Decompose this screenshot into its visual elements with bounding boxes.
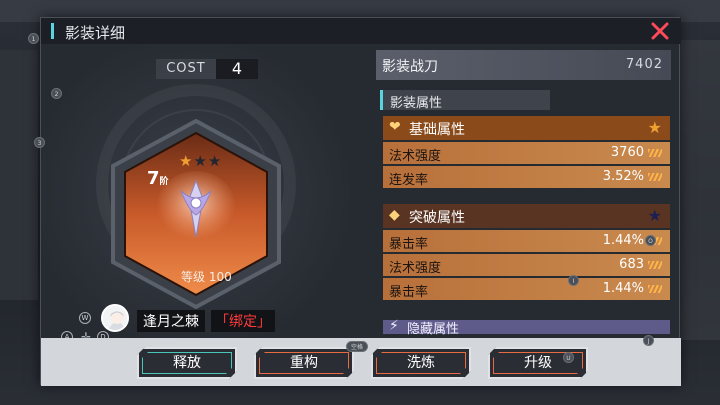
- cost-label: COST: [156, 59, 216, 79]
- button-frame: [259, 352, 349, 374]
- attribute-row: 法术强度 683: [383, 254, 670, 276]
- cost-indicator: COST 4: [156, 59, 258, 79]
- key-hint: 1: [28, 33, 39, 44]
- star-icon: ★: [647, 206, 662, 225]
- equipment-number: 7402: [625, 57, 663, 72]
- stat-bar-icon: [648, 149, 662, 157]
- key-hint: U: [563, 352, 574, 363]
- attribute-key: 暴击率: [389, 237, 429, 252]
- attribute-key: 法术强度: [389, 261, 442, 276]
- fox-mask-icon: ◆: [389, 207, 400, 223]
- attribute-row: 暴击率 1.44%: [383, 278, 670, 300]
- rarity-stars: ★★★: [179, 152, 222, 170]
- button-frame: [142, 352, 232, 374]
- stat-bar-icon: [648, 285, 662, 293]
- background-panel-left: [0, 50, 38, 300]
- group-header-breakthrough: ◆ 突破属性 ★: [383, 204, 670, 228]
- attribute-key: 连发率: [389, 173, 429, 188]
- star-icon: ★: [647, 118, 662, 137]
- group-header-base: ❤ 基础属性 ★: [383, 116, 670, 140]
- refine-button[interactable]: 洗炼: [371, 347, 471, 379]
- stat-bar-icon: [648, 261, 662, 269]
- attribute-panel: 影装战刀 7402 影装属性 ❤ 基础属性 ★ 法术强度 3760 连发率 3.…: [376, 46, 671, 337]
- stat-bar-icon: [648, 173, 662, 181]
- group-title-base: 基础属性: [409, 122, 465, 138]
- equipment-level: 等级 100: [181, 270, 232, 284]
- equipment-preview-panel: COST 4 ★★★ 7阶 等级 100 逢月之棘 「绑定」 W A D ✛: [41, 44, 371, 362]
- attribute-key: 暴击率: [389, 285, 429, 300]
- equipment-detail-dialog: 影装详细 COST 4 ★★★ 7阶 等级 100 逢月之棘 「绑定」 W A …: [40, 17, 681, 386]
- lightning-icon: ⚡: [389, 318, 399, 334]
- equipment-name-bar: 影装战刀 7402: [376, 50, 671, 80]
- owner-name: 逢月之棘: [137, 310, 205, 332]
- breakthrough-attributes-group: ◆ 突破属性 ★ 暴击率 1.44% 法术强度 683 暴击率 1.44%: [383, 204, 670, 300]
- key-hint: 3: [34, 137, 45, 148]
- hidden-attributes-header[interactable]: ⚡ 隐藏属性: [383, 318, 670, 337]
- group-title-breakthrough: 突破属性: [409, 210, 465, 226]
- rank-badge: 7阶: [147, 168, 173, 196]
- star-icon: ★: [207, 152, 223, 170]
- title-bar: 影装详细: [41, 18, 681, 44]
- close-icon[interactable]: [651, 22, 669, 40]
- base-attributes-group: ❤ 基础属性 ★ 法术强度 3760 连发率 3.52%: [383, 116, 670, 188]
- attribute-row: 连发率 3.52%: [383, 166, 670, 188]
- cost-value: 4: [216, 59, 258, 79]
- title-accent: [51, 23, 54, 39]
- section-accent: [380, 90, 383, 110]
- attribute-value: 3.52%: [602, 169, 644, 184]
- star-icon: ★: [179, 152, 194, 170]
- owner-tag: 逢月之棘 「绑定」: [101, 304, 291, 334]
- star-icon: ★: [193, 152, 208, 170]
- attribute-value: 1.44%: [602, 233, 644, 248]
- heart-shield-icon: ❤: [389, 119, 401, 135]
- rebuild-button[interactable]: 重构: [254, 347, 354, 379]
- key-hint-up: W: [79, 312, 91, 324]
- attribute-row: 暴击率 1.44%: [383, 230, 670, 252]
- attribute-key: 法术强度: [389, 149, 442, 164]
- key-hint: 空格: [346, 341, 368, 352]
- key-hint: O: [645, 235, 656, 246]
- attribute-row: 法术强度 3760: [383, 142, 670, 164]
- key-hint: J: [643, 335, 654, 346]
- section-header-attributes: 影装属性: [380, 90, 550, 111]
- attribute-value: 3760: [610, 145, 644, 160]
- bind-status: 「绑定」: [211, 310, 275, 332]
- rank-value: 7: [147, 168, 160, 189]
- key-hint: 2: [51, 88, 62, 99]
- rank-suffix: 阶: [159, 177, 169, 187]
- background-panel-right: [680, 40, 720, 340]
- section-title: 影装属性: [390, 96, 443, 111]
- upgrade-button[interactable]: 升级: [488, 347, 588, 379]
- button-frame: [376, 352, 466, 374]
- attribute-value: 1.44%: [602, 281, 644, 296]
- group-title-hidden: 隐藏属性: [407, 322, 460, 337]
- release-button[interactable]: 释放: [137, 347, 237, 379]
- equipment-name: 影装战刀: [382, 59, 438, 75]
- attribute-value: 683: [619, 257, 644, 272]
- key-hint: I: [568, 275, 579, 286]
- dialog-title: 影装详细: [65, 24, 126, 42]
